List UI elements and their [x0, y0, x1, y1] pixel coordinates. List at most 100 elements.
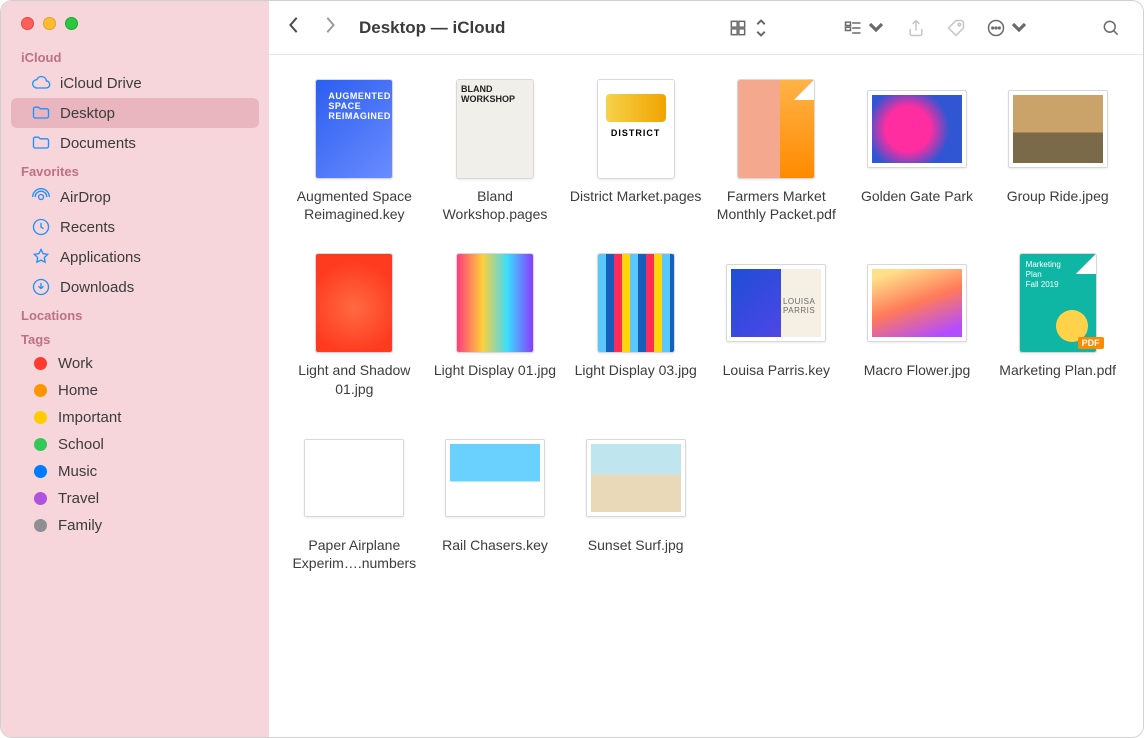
content-area: Desktop — iCloud [269, 1, 1143, 737]
thumbnail-text: LOUISA PARRIS [783, 297, 815, 315]
file-name: Paper Airplane Experim….numbers [287, 536, 422, 572]
file-thumbnail [867, 79, 967, 179]
cloud-icon [31, 73, 51, 93]
file-thumbnail: Marketing Plan Fall 2019 PDF [1008, 253, 1108, 353]
sidebar-tag-travel[interactable]: Travel [11, 485, 259, 512]
clock-icon [31, 217, 51, 237]
nav-arrows [287, 16, 337, 39]
file-item[interactable]: LOUISA PARRIS Louisa Parris.key [709, 253, 844, 397]
file-item[interactable]: Sunset Surf.jpg [568, 428, 703, 572]
window-title: Desktop — iCloud [359, 18, 505, 38]
file-name: Light and Shadow 01.jpg [287, 361, 422, 397]
tag-dot-icon [34, 384, 47, 397]
search-button[interactable] [1097, 18, 1125, 38]
file-thumbnail: AUGMENTED SPACE REIMAGINED [304, 79, 404, 179]
sidebar-item-label: Travel [58, 490, 99, 507]
file-item[interactable]: Light and Shadow 01.jpg [287, 253, 422, 397]
file-name: Louisa Parris.key [723, 361, 830, 379]
sidebar-item-desktop[interactable]: Desktop [11, 98, 259, 128]
tag-dot-icon [34, 519, 47, 532]
file-grid[interactable]: AUGMENTED SPACE REIMAGINED Augmented Spac… [269, 55, 1143, 737]
applications-icon [31, 247, 51, 267]
file-thumbnail [445, 428, 545, 528]
thumbnail-text: DISTRICT [606, 126, 666, 140]
file-item[interactable]: Marketing Plan Fall 2019PDFMarketing Pla… [990, 253, 1125, 397]
file-item[interactable]: Farmers Market Monthly Packet.pdf [709, 79, 844, 223]
sidebar-item-airdrop[interactable]: AirDrop [11, 182, 259, 212]
file-name: Bland Workshop.pages [428, 187, 563, 223]
file-thumbnail [304, 253, 404, 353]
file-name: Golden Gate Park [861, 187, 973, 205]
group-button[interactable] [839, 18, 890, 38]
file-thumbnail [304, 428, 404, 528]
file-name: Marketing Plan.pdf [999, 361, 1116, 379]
sidebar-section-icloud: iCloud [1, 44, 269, 68]
file-name: District Market.pages [570, 187, 701, 205]
file-thumbnail [726, 79, 826, 179]
zoom-button[interactable] [65, 17, 78, 30]
view-icon-button[interactable] [724, 18, 775, 38]
minimize-button[interactable] [43, 17, 56, 30]
file-name: Augmented Space Reimagined.key [287, 187, 422, 223]
pdf-badge: PDF [1078, 337, 1104, 349]
close-button[interactable] [21, 17, 34, 30]
sidebar-tag-school[interactable]: School [11, 431, 259, 458]
file-item[interactable]: Group Ride.jpeg [990, 79, 1125, 223]
file-thumbnail [586, 253, 686, 353]
file-name: Macro Flower.jpg [864, 361, 971, 379]
forward-button[interactable] [323, 16, 337, 39]
sidebar-item-label: Documents [60, 135, 136, 152]
sidebar-section-tags: Tags [1, 326, 269, 350]
sidebar-item-label: Work [58, 355, 93, 372]
file-thumbnail: LOUISA PARRIS [726, 253, 826, 353]
sidebar-item-label: AirDrop [60, 189, 111, 206]
sidebar-item-documents[interactable]: Documents [11, 128, 259, 158]
file-thumbnail: BLAND WORKSHOP [445, 79, 545, 179]
thumbnail-text: Marketing Plan Fall 2019 [1026, 260, 1061, 289]
file-name: Light Display 01.jpg [434, 361, 556, 379]
file-item[interactable]: BLAND WORKSHOP Bland Workshop.pages [428, 79, 563, 223]
file-item[interactable]: Macro Flower.jpg [850, 253, 985, 397]
sidebar-tag-important[interactable]: Important [11, 404, 259, 431]
documents-folder-icon [31, 133, 51, 153]
sidebar-item-label: Family [58, 517, 102, 534]
file-name: Farmers Market Monthly Packet.pdf [709, 187, 844, 223]
sidebar-tag-home[interactable]: Home [11, 377, 259, 404]
sidebar-item-icloud-drive[interactable]: iCloud Drive [11, 68, 259, 98]
back-button[interactable] [287, 16, 301, 39]
file-item[interactable]: Paper Airplane Experim….numbers [287, 428, 422, 572]
sidebar-item-applications[interactable]: Applications [11, 242, 259, 272]
sidebar-tag-family[interactable]: Family [11, 512, 259, 539]
toolbar: Desktop — iCloud [269, 1, 1143, 55]
sidebar-item-label: School [58, 436, 104, 453]
sidebar-item-recents[interactable]: Recents [11, 212, 259, 242]
file-item[interactable]: DISTRICT District Market.pages [568, 79, 703, 223]
file-item[interactable]: Rail Chasers.key [428, 428, 563, 572]
sidebar-item-label: Important [58, 409, 121, 426]
share-button[interactable] [902, 18, 930, 38]
tags-button[interactable] [942, 18, 970, 38]
sidebar-item-label: Applications [60, 249, 141, 266]
file-item[interactable]: Golden Gate Park [850, 79, 985, 223]
file-item[interactable]: AUGMENTED SPACE REIMAGINED Augmented Spac… [287, 79, 422, 223]
file-thumbnail [1008, 79, 1108, 179]
sidebar-item-downloads[interactable]: Downloads [11, 272, 259, 302]
sidebar-tag-work[interactable]: Work [11, 350, 259, 377]
file-item[interactable]: Light Display 01.jpg [428, 253, 563, 397]
finder-window: iCloud iCloud Drive Desktop Documents Fa… [0, 0, 1144, 738]
sidebar-item-label: Desktop [60, 105, 115, 122]
sidebar-item-label: Music [58, 463, 97, 480]
more-button[interactable] [982, 18, 1033, 38]
sidebar-item-label: Home [58, 382, 98, 399]
file-name: Rail Chasers.key [442, 536, 548, 554]
file-item[interactable]: Light Display 03.jpg [568, 253, 703, 397]
thumbnail-text: AUGMENTED SPACE REIMAGINED [322, 86, 386, 128]
file-thumbnail [445, 253, 545, 353]
sidebar-tag-music[interactable]: Music [11, 458, 259, 485]
file-thumbnail: DISTRICT [586, 79, 686, 179]
sidebar-item-label: iCloud Drive [60, 75, 142, 92]
sidebar-section-locations: Locations [1, 302, 269, 326]
desktop-folder-icon [31, 103, 51, 123]
tag-dot-icon [34, 411, 47, 424]
downloads-icon [31, 277, 51, 297]
